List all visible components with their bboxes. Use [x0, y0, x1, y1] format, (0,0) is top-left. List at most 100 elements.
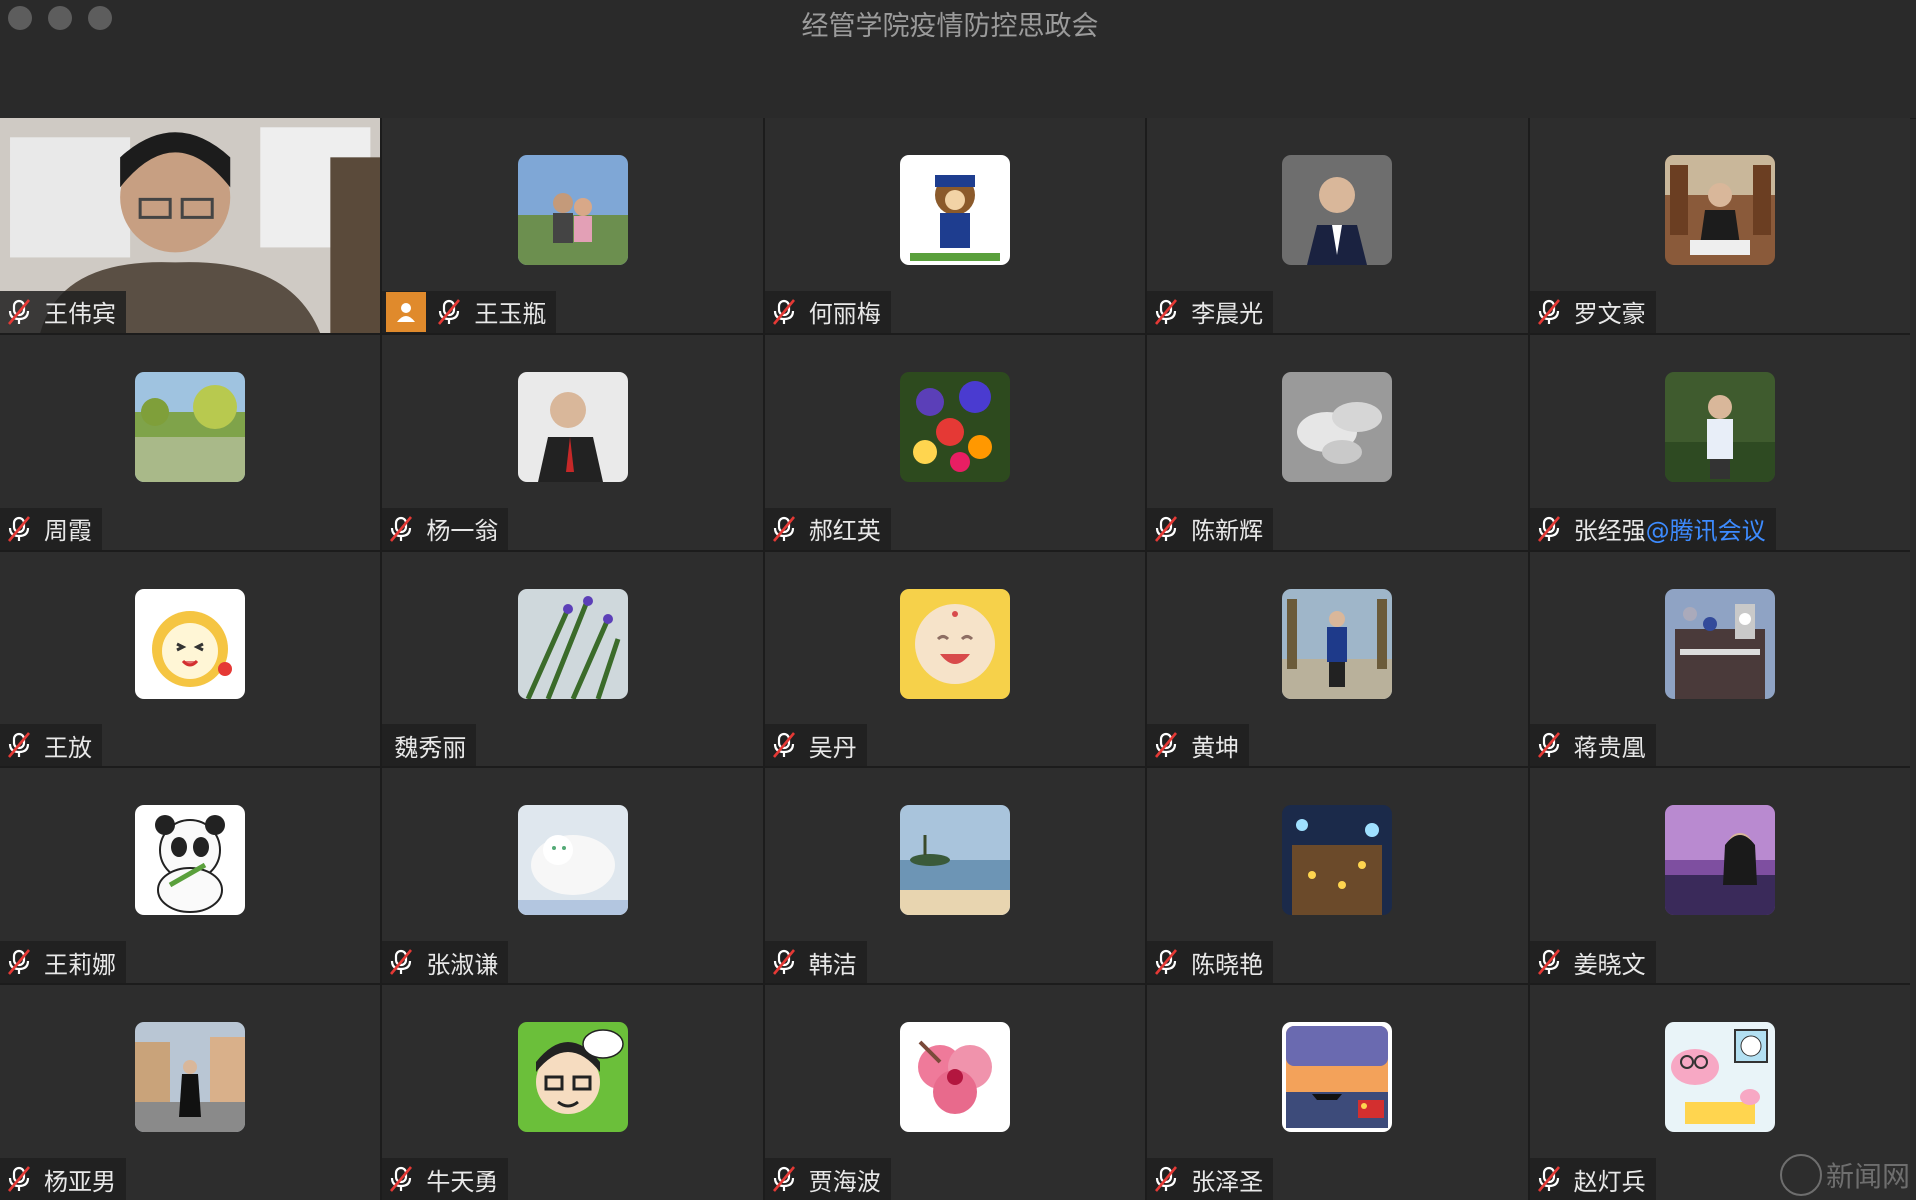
participant-name-bar: 杨亚男 — [0, 1158, 126, 1200]
participant-tile[interactable]: 吴丹 — [764, 551, 1146, 767]
participant-name-bar: 王莉娜 — [0, 941, 126, 984]
participant-name: 蒋贵凰 — [1573, 733, 1646, 762]
participant-tile[interactable]: 牛天勇 — [382, 985, 763, 1200]
muted-microphone-icon — [1151, 947, 1181, 977]
participant-name-bar: 张泽圣 — [1147, 1158, 1274, 1200]
participant-tile[interactable]: 何丽梅 — [764, 118, 1146, 333]
participant-org-suffix: @腾讯会议 — [1645, 517, 1766, 546]
participant-tile[interactable]: 王莉娜 — [0, 768, 381, 984]
participant-name-bar: 蒋贵凰 — [1529, 724, 1656, 767]
participant-name: 魏秀丽 — [394, 733, 467, 762]
cartoon-panda-avatar — [135, 805, 246, 916]
participant-tile[interactable]: 张泽圣 — [1147, 985, 1528, 1200]
participant-tile[interactable]: 黄坤 — [1147, 551, 1528, 767]
participant-tile[interactable]: 王放 — [0, 551, 381, 767]
participant-name: 姜晓文 — [1573, 950, 1646, 979]
participant-tile[interactable]: 杨亚男 — [0, 985, 381, 1200]
participant-name-bar: 郝红英 — [764, 507, 891, 550]
participant-name: 周霞 — [44, 517, 92, 546]
photo-flowers-avatar — [899, 371, 1010, 482]
participant-name-bar: 罗文豪 — [1529, 290, 1656, 333]
participant-tile[interactable]: 魏秀丽 — [382, 551, 763, 767]
photo-woman-town-avatar — [135, 1022, 246, 1133]
participant-tile[interactable]: 王伟宾 — [0, 118, 381, 333]
photo-lake-trees-avatar — [135, 371, 246, 482]
participant-name: 杨一翁 — [426, 517, 499, 546]
muted-microphone-icon — [386, 1164, 416, 1194]
participant-name-bar: 贾海波 — [764, 1158, 891, 1200]
participant-tile[interactable]: 杨一翁 — [382, 334, 763, 550]
participant-name: 张淑谦 — [426, 950, 499, 979]
participant-tile[interactable]: 李晨光 — [1147, 118, 1528, 333]
participant-name-bar: 姜晓文 — [1529, 941, 1656, 984]
participant-tile[interactable]: 王玉瓶 — [382, 118, 763, 333]
muted-microphone-icon — [1534, 730, 1564, 760]
participant-name-bar: 杨一翁 — [382, 507, 509, 550]
muted-microphone-icon — [4, 730, 34, 760]
muted-microphone-icon — [4, 297, 34, 327]
participant-name-bar: 李晨光 — [1147, 290, 1274, 333]
participant-name: 牛天勇 — [426, 1167, 499, 1196]
participant-name: 王伟宾 — [44, 300, 116, 329]
participant-tile[interactable]: 张淑谦 — [382, 768, 763, 984]
photo-woman-sunset-avatar — [1664, 805, 1775, 916]
muted-microphone-icon — [1151, 297, 1181, 327]
participant-tile[interactable]: 郝红英 — [764, 334, 1146, 550]
cartoon-dog-avatar — [899, 155, 1010, 265]
participant-name-bar: 王伟宾 — [0, 290, 126, 333]
photo-man-street-avatar — [1282, 588, 1393, 699]
muted-microphone-icon — [434, 297, 464, 327]
muted-microphone-icon — [4, 514, 34, 544]
participant-name: 吴丹 — [808, 733, 857, 762]
participant-name: 何丽梅 — [808, 300, 881, 329]
participant-tile[interactable]: 张经强 @腾讯会议 — [1529, 334, 1910, 550]
participant-name: 杨亚男 — [44, 1167, 116, 1196]
photo-man-library-avatar — [1664, 155, 1775, 265]
participant-name-bar: 何丽梅 — [764, 290, 891, 333]
photo-man-red-tie-avatar — [517, 371, 628, 482]
photo-beach-avatar — [899, 805, 1010, 916]
participant-tile[interactable]: 韩洁 — [764, 768, 1146, 984]
participant-tile[interactable]: 陈新辉 — [1147, 334, 1528, 550]
watermark-text: 新闻网 — [1825, 1160, 1910, 1193]
participant-name-bar: 黄坤 — [1147, 724, 1250, 767]
photo-building-avatar — [1664, 588, 1775, 699]
participant-name-bar: 陈晓艳 — [1147, 941, 1274, 984]
participant-name-bar: 牛天勇 — [382, 1158, 509, 1200]
participant-name-bar: 陈新辉 — [1147, 507, 1274, 550]
participant-tile[interactable]: 罗文豪 — [1529, 118, 1910, 333]
participant-tile[interactable]: 贾海波 — [764, 985, 1146, 1200]
muted-microphone-icon — [1534, 297, 1564, 327]
participant-tile[interactable]: 蒋贵凰 — [1529, 551, 1910, 767]
photo-boat-sunset-flag-avatar — [1282, 1022, 1393, 1133]
muted-microphone-icon — [1534, 947, 1564, 977]
participant-name-bar: 王玉瓶 — [382, 290, 557, 333]
watermark-seal-icon — [1779, 1154, 1822, 1196]
muted-microphone-icon — [386, 514, 416, 544]
participant-name: 李晨光 — [1191, 300, 1264, 329]
participant-name-bar: 赵灯兵 — [1529, 1158, 1656, 1200]
muted-microphone-icon — [769, 1164, 799, 1194]
participant-tile[interactable]: 姜晓文 — [1529, 768, 1910, 984]
participant-name-bar: 王放 — [0, 724, 102, 767]
participant-name-bar: 周霞 — [0, 507, 102, 550]
participant-tile[interactable]: 陈晓艳 — [1147, 768, 1528, 984]
participant-name-bar: 魏秀丽 — [382, 724, 477, 767]
photo-baby-figurine-avatar — [899, 588, 1010, 699]
participant-name: 贾海波 — [808, 1167, 881, 1196]
participant-name: 罗文豪 — [1573, 300, 1646, 329]
photo-man-suit-avatar — [1282, 155, 1393, 265]
participant-tile[interactable]: 周霞 — [0, 334, 381, 550]
title-bar: 经管学院疫情防控思政会 — [0, 0, 1916, 119]
participant-name: 王放 — [44, 733, 92, 762]
muted-microphone-icon — [1534, 1164, 1564, 1194]
participant-name-bar: 吴丹 — [764, 724, 867, 767]
muted-microphone-icon — [1151, 1164, 1181, 1194]
participant-name: 王玉瓶 — [474, 300, 547, 329]
muted-microphone-icon — [4, 947, 34, 977]
photo-white-cat-avatar — [517, 805, 628, 916]
muted-microphone-icon — [4, 1164, 34, 1194]
photo-man-garden-avatar — [1664, 371, 1775, 482]
photo-pink-flower-avatar — [899, 1022, 1010, 1133]
participant-name: 赵灯兵 — [1573, 1167, 1646, 1196]
